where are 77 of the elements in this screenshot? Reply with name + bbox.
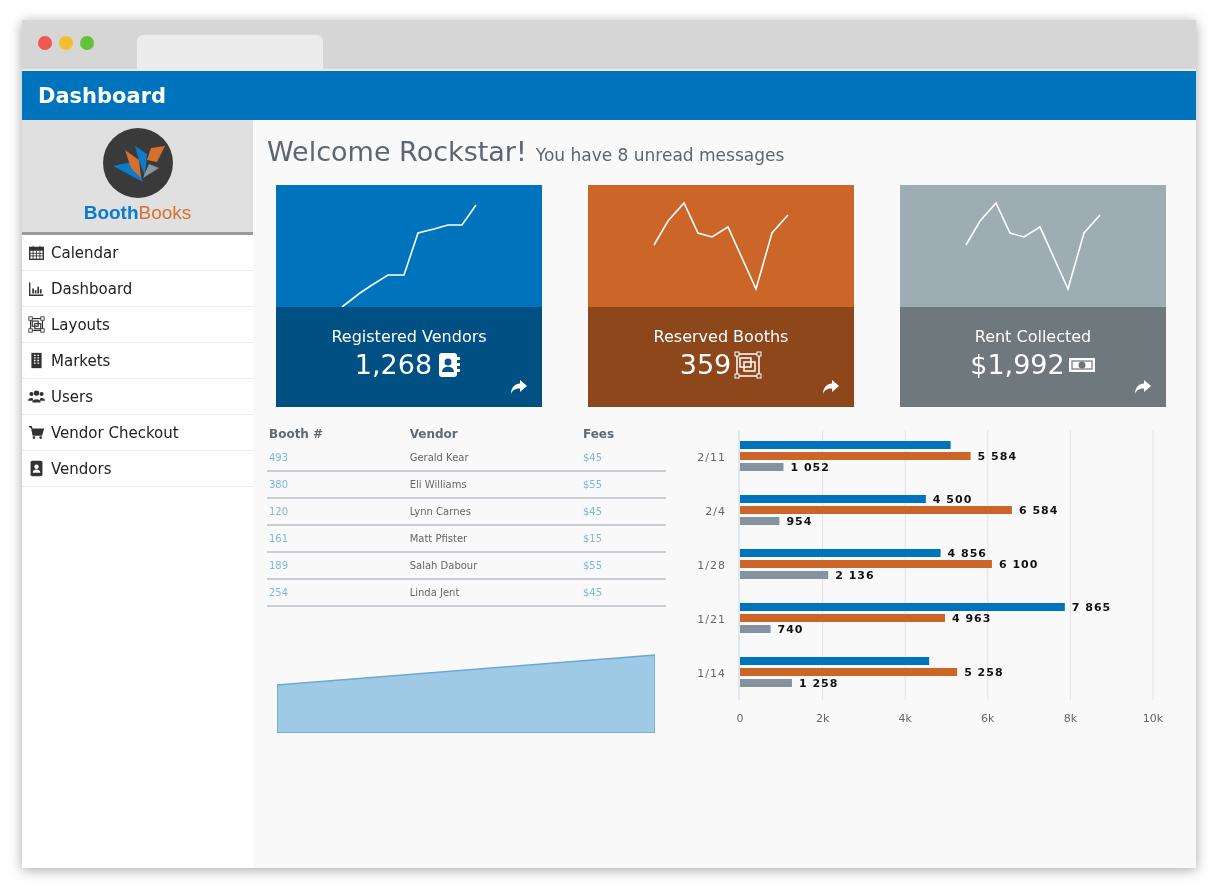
window-control-icon[interactable]: [38, 36, 52, 50]
table-cell: $45: [581, 445, 666, 471]
unread-messages-text: You have 8 unread messages: [535, 145, 785, 165]
table-cell: 120: [267, 498, 408, 525]
bar-value-label: 954: [786, 515, 813, 528]
axis-tick-label: 0: [736, 712, 744, 723]
bar-value-label: 4 856: [947, 547, 987, 560]
card-value: 359: [679, 349, 732, 380]
bar-value-label: 4 500: [932, 493, 973, 506]
card-label: Registered Vendors: [331, 327, 487, 346]
sidebar-item[interactable]: Dashboard: [22, 271, 253, 307]
table-cell: $55: [581, 471, 666, 498]
bar-value-label: 2 136: [835, 569, 875, 582]
card-value: $1,992: [970, 349, 1065, 380]
table-cell: Salah Dabour: [407, 552, 581, 579]
sidebar-item[interactable]: Users: [22, 379, 253, 415]
share-icon[interactable]: [510, 379, 528, 395]
page-title: Dashboard: [22, 71, 1196, 120]
table-cell: $45: [581, 579, 666, 606]
table-cell: $45: [581, 498, 666, 525]
axis-tick-label: 10k: [1142, 712, 1164, 723]
cart-icon: [28, 424, 45, 441]
logo-icon: [102, 128, 173, 198]
card-label: Rent Collected: [974, 327, 1092, 346]
share-icon[interactable]: [1134, 379, 1152, 395]
logo-text: BoothBooks: [83, 202, 192, 224]
sidebar-item[interactable]: Layouts: [22, 307, 253, 343]
axis-category-label: 1/14: [697, 667, 726, 680]
axis-category-label: 2/11: [697, 451, 726, 464]
contact-card-icon: [28, 460, 45, 477]
table-cell: Gerald Kear: [407, 445, 581, 471]
bar-value-label: 5 584: [977, 450, 1018, 463]
column-header: Booth #: [268, 426, 325, 443]
table-cell: Matt Pfister: [407, 525, 581, 552]
bar-value-label: 6 584: [1018, 504, 1059, 517]
table-cell: $15: [581, 525, 666, 552]
bar-chart-icon: [28, 280, 45, 297]
sidebar-item[interactable]: Calendar: [22, 235, 253, 271]
card-label: Reserved Booths: [653, 327, 789, 346]
bar-value-label: 740: [777, 623, 804, 636]
table-cell: 189: [267, 552, 408, 579]
table-cell: 493: [267, 445, 408, 471]
axis-tick-label: 6k: [981, 712, 995, 723]
axis-category-label: 1/28: [697, 559, 726, 572]
window-control-icon[interactable]: [59, 36, 73, 50]
bar-value-label: 7 865: [1071, 601, 1112, 614]
welcome-heading: Welcome Rockstar!: [267, 136, 527, 167]
share-icon[interactable]: [822, 379, 840, 395]
card-value: 1,268: [354, 349, 433, 380]
axis-category-label: 2/4: [705, 505, 726, 518]
axis-tick-label: 2k: [815, 712, 830, 723]
table-cell: Lynn Carnes: [407, 498, 581, 525]
users-icon: [28, 388, 45, 405]
bar-value-label: 1 052: [790, 461, 830, 474]
axis-tick-label: 4k: [898, 712, 912, 723]
sidebar-item[interactable]: Markets: [22, 343, 253, 379]
layout-icon: [28, 316, 45, 333]
axis-tick-label: 8k: [1063, 712, 1078, 723]
axis-category-label: 1/21: [697, 613, 726, 626]
table-cell: Eli Williams: [407, 471, 581, 498]
building-icon: [28, 352, 45, 369]
table-cell: 380: [267, 471, 408, 498]
table-cell: 254: [267, 579, 408, 606]
table-cell: $55: [581, 552, 666, 579]
bar-value-label: 4 963: [951, 612, 992, 625]
column-header: Fees: [582, 426, 616, 443]
layout-icon: [734, 350, 763, 379]
window-control-icon[interactable]: [80, 36, 94, 50]
sidebar-item[interactable]: Vendors: [22, 451, 253, 487]
bar-value-label: 5 258: [964, 666, 1004, 679]
bar-value-label: 6 100: [998, 558, 1039, 571]
calendar-icon: [28, 244, 45, 261]
table-cell: Linda Jent: [407, 579, 581, 606]
table-cell: 161: [267, 525, 408, 552]
column-header: Vendor: [408, 426, 459, 443]
sidebar-item[interactable]: Vendor Checkout: [22, 415, 253, 451]
bar-value-label: 1 258: [798, 677, 839, 690]
